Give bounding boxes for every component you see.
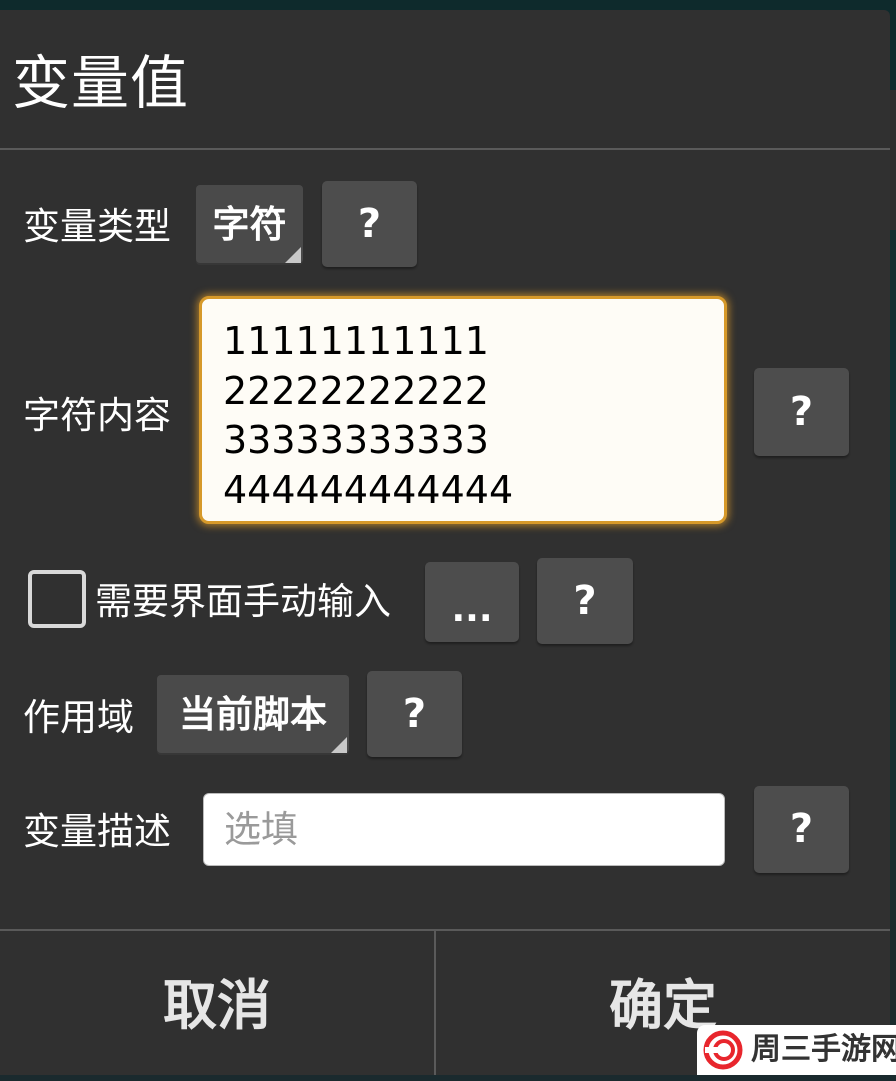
variable-type-help-button[interactable]: ? — [322, 181, 417, 267]
description-help-button[interactable]: ? — [754, 786, 849, 873]
scope-label: 作用域 — [23, 696, 134, 739]
manual-input-help-button[interactable]: ? — [537, 558, 633, 644]
variable-type-dropdown[interactable]: 字符 — [196, 185, 303, 265]
char-content-label: 字符内容 — [23, 394, 171, 437]
manual-input-label: 需要界面手动输入 — [95, 580, 391, 623]
scope-dropdown[interactable]: 当前脚本 — [157, 675, 349, 755]
scope-help-button[interactable]: ? — [367, 671, 462, 757]
variable-value-dialog: 变量值 — [0, 10, 890, 1075]
watermark: 周三手游网 — [697, 1025, 896, 1075]
background-edge — [890, 90, 896, 230]
char-content-textarea[interactable]: 11111111111 22222222222 33333333333 4444… — [199, 296, 727, 524]
content-line: 11111111111 — [223, 319, 489, 363]
dialog-title: 变量值 — [12, 49, 190, 117]
char-content-help-button[interactable]: ? — [754, 368, 849, 456]
cancel-button[interactable]: 取消 — [0, 931, 434, 1075]
dropdown-corner-icon — [331, 737, 347, 753]
dropdown-corner-icon — [285, 247, 301, 263]
title-divider — [0, 148, 890, 150]
content-line: 33333333333 — [223, 418, 489, 462]
description-label: 变量描述 — [23, 810, 171, 853]
variable-type-value: 字符 — [212, 203, 287, 246]
content-line: 444444444444 — [223, 467, 514, 512]
scope-value: 当前脚本 — [179, 693, 327, 736]
manual-input-checkbox[interactable] — [28, 570, 86, 628]
variable-type-label: 变量类型 — [23, 205, 171, 248]
manual-input-more-button[interactable]: ... — [425, 562, 519, 642]
watermark-text: 周三手游网 — [751, 1032, 896, 1067]
description-input[interactable] — [203, 793, 725, 866]
watermark-logo-icon — [703, 1030, 743, 1070]
content-line: 22222222222 — [223, 368, 489, 413]
